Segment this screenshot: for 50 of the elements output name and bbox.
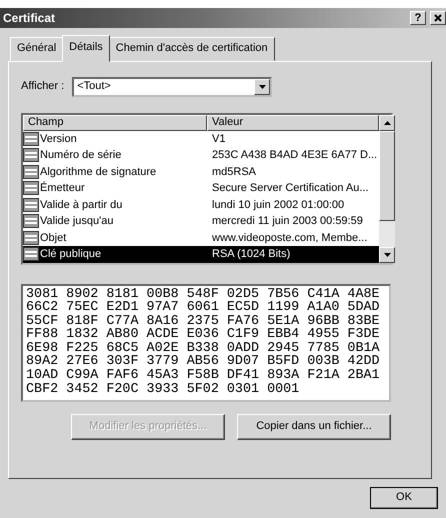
field-value: www.videoposte.com, Membe... xyxy=(211,230,368,246)
scrollbar[interactable] xyxy=(379,114,395,262)
hex-line: 6E98 F225 68C5 A02E B338 0ADD 2945 7785 0B1A xyxy=(26,342,381,356)
action-button[interactable]: Copier dans un fichier... xyxy=(237,414,391,440)
field-value: lundi 10 juin 2002 01:00:00 xyxy=(211,198,346,212)
scroll-down-icon[interactable] xyxy=(384,252,390,256)
hex-line: 89A2 27E6 303F 3779 AB56 9D07 B5FD 003B 42DD xyxy=(26,355,381,370)
value-text-area[interactable] xyxy=(21,284,391,402)
tab[interactable]: Détails xyxy=(62,35,110,62)
field-value: md5RSA xyxy=(211,164,258,180)
field-name: Valide jusqu'au xyxy=(40,214,114,229)
hex-line: 66C2 75EC E2D1 97A7 6061 EC5D 1199 A1A0 5DAD xyxy=(26,301,381,315)
tab[interactable]: Général xyxy=(10,37,64,60)
field-name: Objet xyxy=(40,230,66,246)
table-row[interactable]: Émetteur Secure Server Certification Au... xyxy=(23,180,379,196)
field-name: Numéro de série xyxy=(40,148,122,163)
scroll-up-icon[interactable] xyxy=(384,120,390,124)
field-name: Émetteur xyxy=(40,180,85,196)
close-icon[interactable] xyxy=(433,13,443,24)
tab[interactable]: Chemin d'accès de certification xyxy=(108,37,275,60)
hex-line: FF88 1832 AB80 ACDE E036 C1F9 EBB4 4955 F3DE xyxy=(26,328,381,342)
show-dropdown[interactable]: <Tout> xyxy=(72,76,272,96)
help-button[interactable]: ? xyxy=(410,11,426,25)
table-row[interactable]: Clé publique RSA (1024 Bits) xyxy=(23,246,379,262)
table-row[interactable]: Version V1 xyxy=(23,130,379,147)
hex-line: 10AD C99A FAF6 45A3 F58B DF41 893A F21A 2BA1 xyxy=(26,369,381,383)
field-value: RSA (1024 Bits) xyxy=(211,247,292,262)
field-value: 253C A438 B4AD 4E3E 6A77 D... xyxy=(211,148,378,163)
show-label: Afficher : xyxy=(21,79,64,94)
window-title: Certificat xyxy=(3,10,56,27)
field-name: Algorithme de signature xyxy=(40,164,156,180)
column-header[interactable]: Valeur xyxy=(207,114,379,130)
field-name: Clé publique xyxy=(40,247,102,262)
table-row[interactable]: Objet www.videoposte.com, Membe... xyxy=(23,230,379,246)
close-button[interactable] xyxy=(430,11,446,25)
field-value: V1 xyxy=(211,132,226,146)
column-header[interactable]: Champ xyxy=(23,114,207,130)
field-name: Version xyxy=(40,132,77,146)
field-value: mercredi 11 juin 2003 00:59:59 xyxy=(211,214,364,229)
hex-line: CBF2 3452 F20C 3933 5F02 0301 0001 xyxy=(26,382,300,396)
table-row[interactable]: Algorithme de signature md5RSA xyxy=(23,164,379,180)
hex-line: 55CF 818F C77A 8A16 2375 FA76 5E1A 96BB 83BE xyxy=(26,314,381,328)
field-name: Valide à partir du xyxy=(40,198,122,212)
field-value: Secure Server Certification Au... xyxy=(211,181,370,196)
ok-button[interactable]: OK xyxy=(370,486,438,508)
caret-icon[interactable] xyxy=(258,84,266,88)
hex-line: 3081 8902 8181 00B8 548F 02D5 7B56 C41A 4A8E xyxy=(26,288,381,302)
table-row[interactable]: Valide à partir du lundi 10 juin 2002 01:00:00 xyxy=(23,196,379,213)
table-row[interactable]: Valide jusqu'au mercredi 11 juin 2003 00:59:59 xyxy=(23,213,379,230)
table-row[interactable]: Numéro de série 253C A438 B4AD 4E3E 6A77 D... xyxy=(23,147,379,164)
